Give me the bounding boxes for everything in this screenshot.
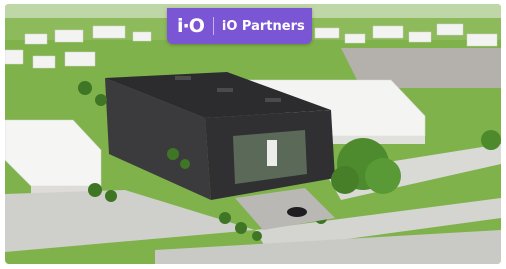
io-logo-icon: i·O (177, 14, 205, 37)
parked-car (287, 207, 307, 217)
brand-divider (212, 17, 214, 35)
image-frame: i·O iO Partners (0, 0, 506, 269)
brand-name: iO Partners (221, 18, 305, 34)
brand-badge: i·O iO Partners (167, 8, 312, 44)
